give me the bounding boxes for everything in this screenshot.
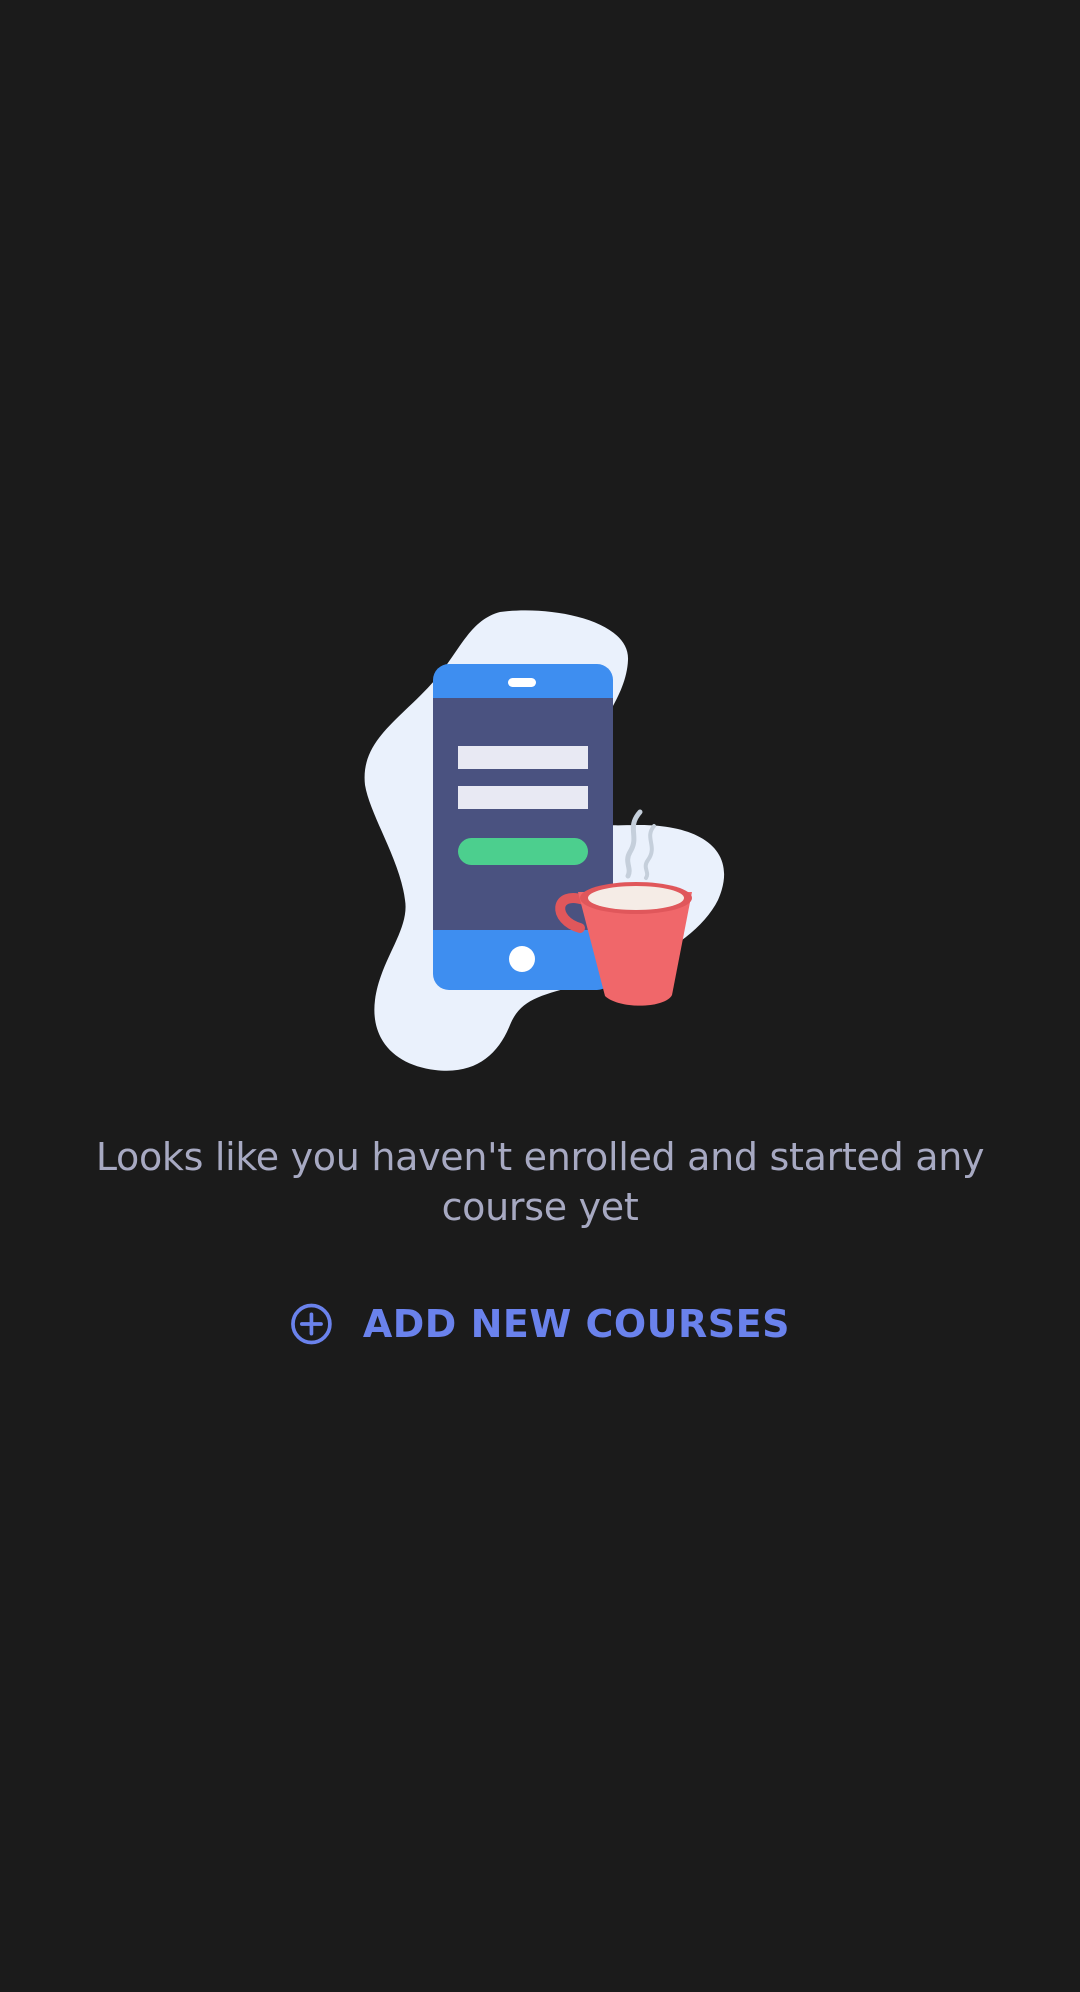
form-field bbox=[458, 746, 588, 769]
add-new-courses-button[interactable]: ADD NEW COURSES bbox=[290, 1286, 790, 1362]
plus-circle-icon bbox=[291, 1303, 332, 1345]
empty-courses-illustration bbox=[340, 600, 740, 1090]
form-field bbox=[458, 786, 588, 809]
form-submit-pill bbox=[458, 838, 588, 865]
add-new-courses-label: ADD NEW COURSES bbox=[362, 1302, 790, 1346]
phone-speaker bbox=[508, 678, 536, 687]
cup-coffee bbox=[588, 886, 684, 910]
phone-with-coffee-illustration bbox=[364, 610, 725, 1071]
empty-state-message: Looks like you haven't enrolled and star… bbox=[95, 1135, 985, 1229]
courses-screen: Looks like you haven't enrolled and star… bbox=[0, 0, 1080, 1992]
phone-home-button bbox=[509, 946, 535, 972]
